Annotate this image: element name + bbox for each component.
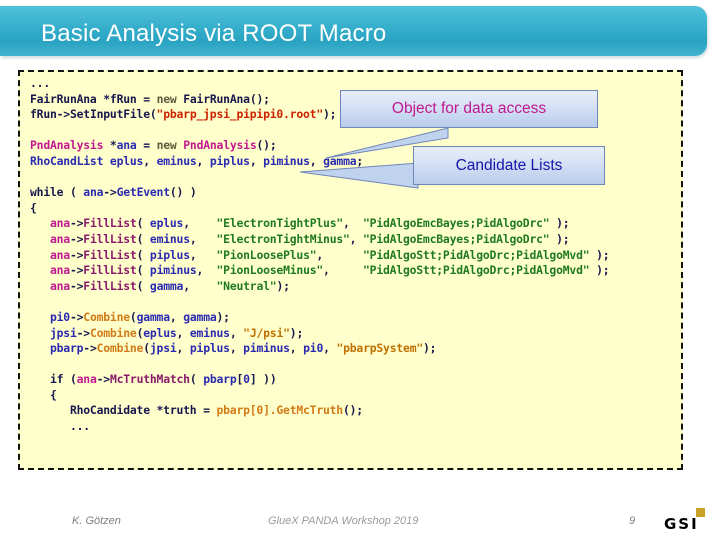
slide: Basic Analysis via ROOT Macro ... FairRu…: [0, 0, 720, 540]
callout-object-for-data-access[interactable]: Object for data access: [340, 90, 598, 128]
callout-label: Object for data access: [391, 100, 547, 117]
callout-candidate-lists[interactable]: Candidate Lists: [413, 146, 605, 185]
gsi-logo: GSI: [664, 506, 714, 534]
code-listing-box: ... FairRunAna *fRun = new FairRunAna();…: [18, 70, 683, 470]
code-listing-text: ... FairRunAna *fRun = new FairRunAna();…: [30, 76, 610, 434]
slide-header-bar: Basic Analysis via ROOT Macro: [0, 6, 707, 56]
gsi-logo-mark-icon: [696, 508, 705, 517]
footer-event-name: GlueX PANDA Workshop 2019: [268, 515, 419, 527]
footer-page-number: 9: [629, 515, 636, 527]
callout-label: Candidate Lists: [455, 156, 563, 174]
gsi-logo-text: GSI: [664, 515, 699, 533]
slide-footer: K. Götzen GlueX PANDA Workshop 2019 9: [0, 505, 720, 540]
page-title: Basic Analysis via ROOT Macro: [41, 20, 387, 47]
footer-author: K. Götzen: [72, 515, 121, 527]
